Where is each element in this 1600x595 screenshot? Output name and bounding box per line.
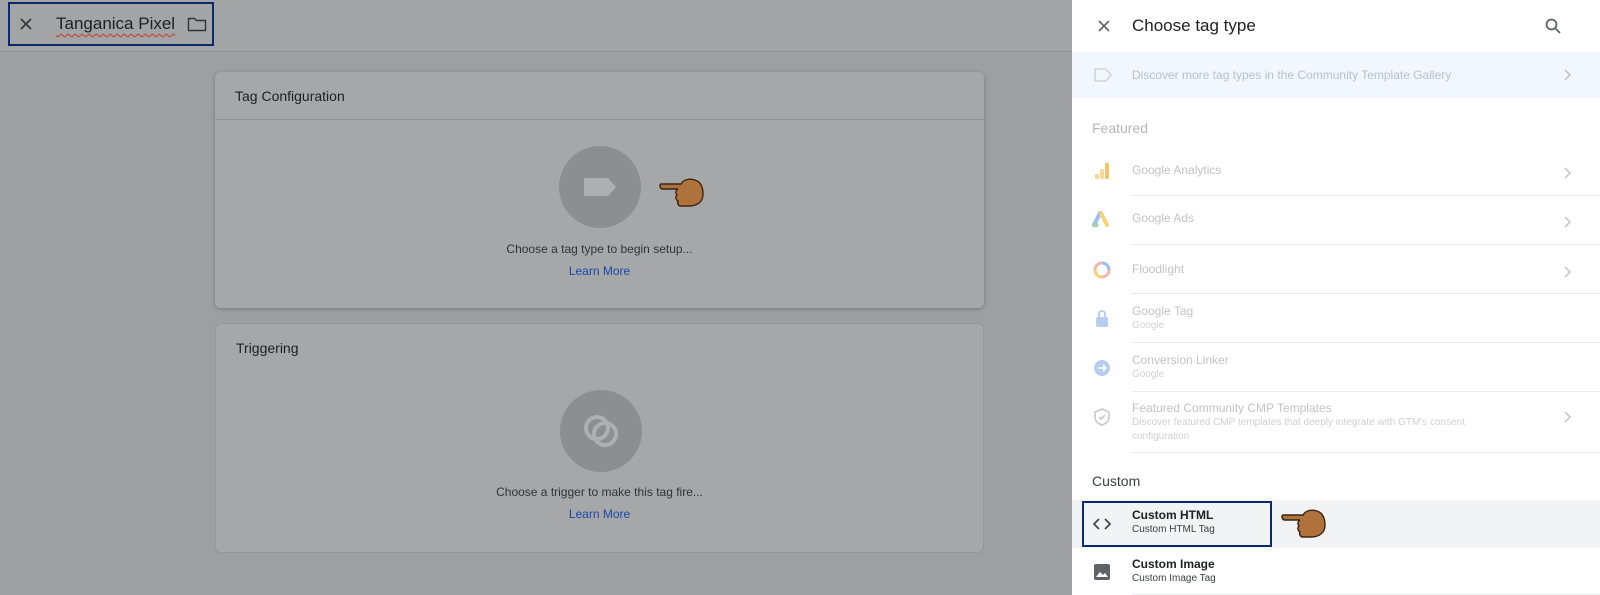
- trigger-placeholder[interactable]: [560, 390, 642, 472]
- tag-type-name: Google Ads: [1132, 211, 1195, 225]
- tag-title-highlight: Tanganica Pixel: [8, 2, 214, 46]
- tag-name[interactable]: Tanganica Pixel: [56, 14, 175, 34]
- lock-tag-icon: [1096, 310, 1108, 327]
- triggering-message: Choose a trigger to make this tag fire..…: [496, 485, 703, 499]
- tag-type-google-tag[interactable]: Google Tag Google: [1072, 295, 1600, 343]
- tag-type-description: Custom Image Tag: [1132, 573, 1216, 584]
- tag-type-vendor: Google: [1132, 369, 1165, 380]
- custom-html-highlight: [1082, 501, 1272, 547]
- tag-type-placeholder[interactable]: [559, 146, 641, 228]
- gallery-text: Discover more tag types in the Community…: [1132, 68, 1452, 82]
- tag-type-vendor: Google: [1132, 320, 1165, 331]
- panel-header: Choose tag type: [1072, 0, 1600, 52]
- tag-outline-icon: [1094, 68, 1112, 82]
- chevron-right-icon: [1564, 69, 1572, 81]
- floodlight-icon: [1093, 261, 1111, 279]
- community-gallery-link[interactable]: Discover more tag types in the Community…: [1072, 52, 1600, 98]
- tag-type-google-analytics[interactable]: Google Analytics: [1072, 148, 1600, 196]
- tag-configuration-message: Choose a tag type to begin setup...: [506, 242, 693, 256]
- close-icon[interactable]: [1096, 18, 1112, 34]
- tag-type-community-cmp-templates[interactable]: Featured Community CMP Templates Discove…: [1072, 393, 1600, 453]
- tag-type-name: Featured Community CMP Templates: [1132, 401, 1332, 415]
- pointing-hand-icon: [1281, 509, 1326, 538]
- tag-type-name: Conversion Linker: [1132, 353, 1229, 367]
- tag-configuration-card[interactable]: Tag Configuration Choose a tag type to b…: [215, 72, 984, 308]
- image-icon: [1094, 564, 1110, 580]
- tag-type-conversion-linker[interactable]: Conversion Linker Google: [1072, 344, 1600, 392]
- chevron-right-icon: [1564, 216, 1572, 228]
- learn-more-link[interactable]: Learn More: [216, 507, 983, 521]
- tag-type-name: Custom Image: [1132, 557, 1215, 571]
- chevron-right-icon: [1564, 266, 1572, 278]
- triggering-card[interactable]: Triggering Choose a trigger to make this…: [215, 323, 984, 553]
- editor-topbar: Tanganica Pixel: [0, 0, 1072, 52]
- custom-section-label: Custom: [1092, 473, 1141, 489]
- shield-icon: [1094, 408, 1110, 426]
- search-icon[interactable]: [1544, 17, 1562, 35]
- analytics-icon: [1095, 163, 1109, 179]
- folder-icon[interactable]: [187, 16, 207, 32]
- tag-type-name: Google Analytics: [1132, 163, 1222, 177]
- tag-type-name: Floodlight: [1132, 262, 1185, 276]
- pointing-hand-icon: [659, 178, 704, 207]
- tag-type-custom-image[interactable]: Custom Image Custom Image Tag: [1072, 549, 1600, 595]
- linker-icon: [1094, 360, 1110, 376]
- trigger-icon: [584, 415, 618, 447]
- tag-type-description: Discover featured CMP templates that dee…: [1132, 417, 1465, 442]
- tag-type-name: Google Tag: [1132, 304, 1194, 318]
- chevron-right-icon: [1564, 167, 1572, 179]
- learn-more-link[interactable]: Learn More: [215, 264, 984, 278]
- tag-type-floodlight[interactable]: Floodlight: [1072, 246, 1600, 294]
- tag-type-google-ads[interactable]: Google Ads: [1072, 197, 1600, 245]
- chevron-right-icon: [1564, 411, 1572, 423]
- card-title: Tag Configuration: [215, 72, 984, 120]
- tag-icon: [584, 178, 616, 196]
- featured-section-label: Featured: [1092, 120, 1149, 136]
- card-title: Triggering: [236, 340, 299, 356]
- panel-title: Choose tag type: [1132, 16, 1256, 35]
- close-icon[interactable]: [18, 16, 34, 32]
- google-ads-icon: [1092, 211, 1109, 228]
